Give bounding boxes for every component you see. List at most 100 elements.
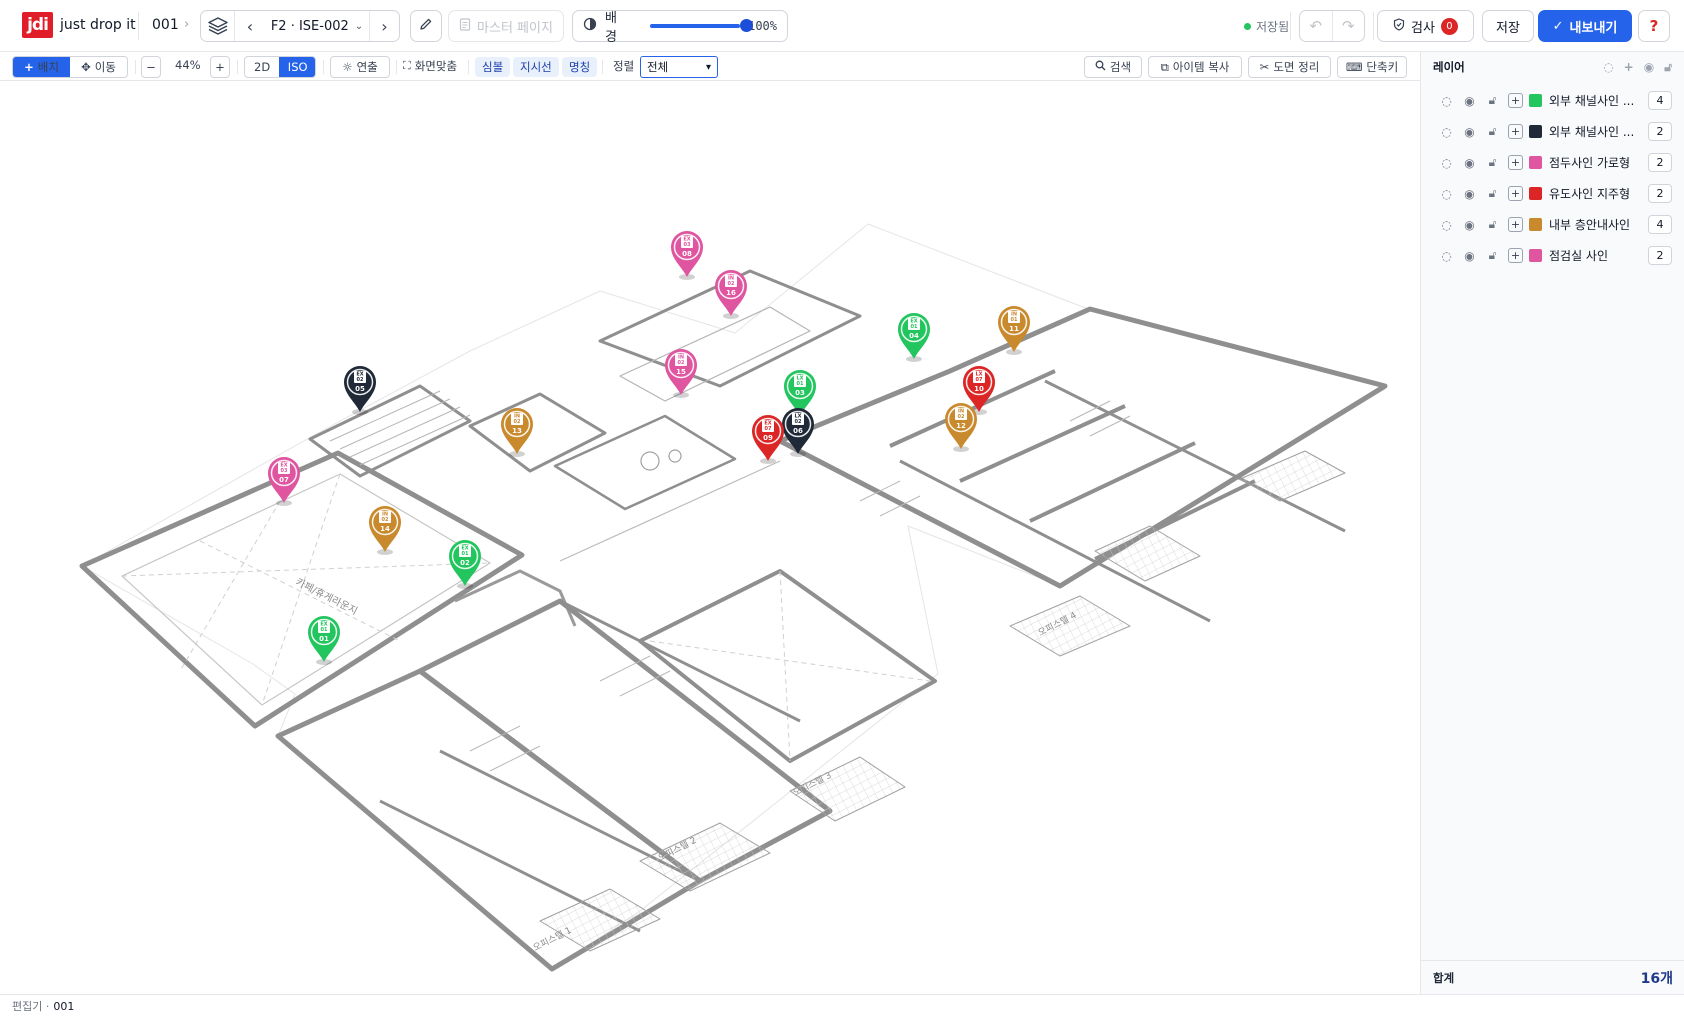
eye-icon[interactable]: ◉ xyxy=(1644,60,1654,75)
next-page-button[interactable]: › xyxy=(369,11,399,41)
layer-name: 내부 층안내사인 xyxy=(1549,218,1631,232)
inspect-button[interactable]: 검사 0 xyxy=(1377,10,1474,42)
layers-icon[interactable] xyxy=(201,11,235,41)
select-layer-icon[interactable]: ◌ xyxy=(1435,94,1458,108)
sign-marker[interactable]: EX0104 xyxy=(898,313,930,362)
sign-marker[interactable]: IN0212 xyxy=(945,403,977,452)
lock-icon[interactable]: 🔓︎ xyxy=(1664,60,1672,75)
name-toggle[interactable]: 명칭 xyxy=(562,57,598,77)
mode-toggle: + 배치 ✥ 이동 xyxy=(12,56,128,78)
view-2d-button[interactable]: 2D xyxy=(245,57,279,77)
fit-screen-button[interactable]: ⛶ 화면맞춤 xyxy=(403,58,457,74)
lock-icon[interactable]: 🔓︎ xyxy=(1481,217,1504,232)
add-item-button[interactable]: + xyxy=(1508,217,1523,232)
current-page-label: F2 · ISE-002 xyxy=(270,18,349,34)
eye-icon[interactable]: ◉ xyxy=(1458,218,1481,232)
sign-marker[interactable]: EX0205 xyxy=(344,366,376,415)
layer-row[interactable]: ◌ ◉ 🔓︎ + 내부 층안내사인 4 xyxy=(1421,209,1684,240)
undo-icon[interactable]: ↶ xyxy=(1300,11,1332,41)
divider xyxy=(1373,12,1374,40)
marker-sub: 07 xyxy=(765,426,772,432)
zoom-out-button[interactable]: − xyxy=(141,56,161,78)
lock-icon[interactable]: 🔓︎ xyxy=(1481,248,1504,263)
select-layer-icon[interactable]: ◌ xyxy=(1435,218,1458,232)
sign-marker[interactable]: EX0101 xyxy=(308,616,340,665)
marker-number: 04 xyxy=(909,332,919,340)
current-page-select[interactable]: F2 · ISE-002 ⌄ xyxy=(265,11,369,41)
chevron-right-icon: › xyxy=(184,17,190,32)
move-mode-button[interactable]: ✥ 이동 xyxy=(70,57,127,77)
add-layer-icon[interactable]: + xyxy=(1624,60,1634,75)
sign-marker[interactable]: IN0216 xyxy=(715,270,747,319)
select-layer-icon[interactable]: ◌ xyxy=(1435,125,1458,139)
select-layer-icon[interactable]: ◌ xyxy=(1435,249,1458,263)
layer-row[interactable]: ◌ ◉ 🔓︎ + 점검실 사인 2 xyxy=(1421,240,1684,271)
cleanup-button[interactable]: ✂ 도면 정리 xyxy=(1248,56,1331,78)
sign-marker[interactable]: IN0213 xyxy=(501,408,533,457)
eye-icon[interactable]: ◉ xyxy=(1458,125,1481,139)
lock-icon[interactable]: 🔓︎ xyxy=(1481,155,1504,170)
sign-marker[interactable]: EX0307 xyxy=(268,457,300,506)
add-item-button[interactable]: + xyxy=(1508,93,1523,108)
symbol-toggle[interactable]: 심볼 xyxy=(475,57,511,77)
layer-row[interactable]: ◌ ◉ 🔓︎ + 외부 채널사인 ... 2 xyxy=(1421,116,1684,147)
sort-select[interactable]: 전체 ▾ xyxy=(640,56,718,78)
edit-button[interactable] xyxy=(410,10,442,42)
master-page-button[interactable]: 마스터 페이지 xyxy=(448,10,564,42)
eye-icon[interactable]: ◉ xyxy=(1458,249,1481,263)
search-button[interactable]: 검색 xyxy=(1084,56,1142,78)
add-item-button[interactable]: + xyxy=(1508,124,1523,139)
lock-icon[interactable]: 🔓︎ xyxy=(1481,93,1504,108)
direction-toggle[interactable]: 지시선 xyxy=(513,57,559,77)
app-logo[interactable]: jdi xyxy=(22,12,53,38)
breadcrumb-project[interactable]: 001 xyxy=(152,17,179,33)
shortcut-label: 단축키 xyxy=(1366,60,1399,74)
select-all-icon[interactable]: ◌ xyxy=(1603,60,1613,75)
sign-marker[interactable]: EX0308 xyxy=(671,231,703,280)
label-lounge: 카페/휴게라운지 xyxy=(294,576,360,617)
shortcut-button[interactable]: ⌨ 단축키 xyxy=(1337,56,1407,78)
select-layer-icon[interactable]: ◌ xyxy=(1435,187,1458,201)
floor-plan[interactable]: 카페/휴게라운지 오피스텔 4 오피스텔 3 xyxy=(0,81,1420,994)
redo-icon[interactable]: ↷ xyxy=(1331,11,1365,41)
sign-marker[interactable]: EX0709 xyxy=(752,415,784,464)
marker-number: 12 xyxy=(956,422,966,430)
add-item-button[interactable]: + xyxy=(1508,186,1523,201)
background-opacity-slider[interactable] xyxy=(649,19,753,32)
lock-icon[interactable]: 🔓︎ xyxy=(1481,124,1504,139)
eye-icon[interactable]: ◉ xyxy=(1458,187,1481,201)
lock-icon[interactable]: 🔓︎ xyxy=(1481,186,1504,201)
background-label: 배경 xyxy=(605,11,617,45)
sign-marker[interactable]: IN0215 xyxy=(665,349,697,398)
move-icon: ✥ xyxy=(81,60,91,74)
add-item-button[interactable]: + xyxy=(1508,155,1523,170)
copy-item-button[interactable]: ⧉ 아이템 복사 xyxy=(1148,56,1242,78)
zoom-in-button[interactable]: + xyxy=(210,56,230,78)
sign-marker[interactable]: IN0214 xyxy=(369,506,401,555)
eye-icon[interactable]: ◉ xyxy=(1458,156,1481,170)
floor-plan-canvas[interactable]: 카페/휴게라운지 오피스텔 4 오피스텔 3 xyxy=(0,81,1420,994)
export-button[interactable]: ✓ 내보내기 xyxy=(1538,10,1632,42)
add-item-button[interactable]: + xyxy=(1508,248,1523,263)
layer-count: 2 xyxy=(1648,184,1672,203)
layer-row[interactable]: ◌ ◉ 🔓︎ + 외부 채널사인 ... 4 xyxy=(1421,85,1684,116)
marker-sub: 01 xyxy=(321,627,328,633)
marker-sub: 03 xyxy=(684,242,691,248)
place-mode-button[interactable]: + 배치 xyxy=(13,57,70,77)
layer-row[interactable]: ◌ ◉ 🔓︎ + 점두사인 가로형 2 xyxy=(1421,147,1684,178)
marker-sub: 02 xyxy=(958,414,965,420)
layer-row[interactable]: ◌ ◉ 🔓︎ + 유도사인 지주형 2 xyxy=(1421,178,1684,209)
sign-marker[interactable]: LX0206 xyxy=(782,408,814,457)
view-iso-button[interactable]: ISO xyxy=(279,57,315,77)
eye-icon[interactable]: ◉ xyxy=(1458,94,1481,108)
prev-page-button[interactable]: ‹ xyxy=(235,11,265,41)
help-button[interactable]: ? xyxy=(1638,10,1670,42)
chevron-down-icon: ▾ xyxy=(705,61,711,73)
select-layer-icon[interactable]: ◌ xyxy=(1435,156,1458,170)
effect-button[interactable]: ☼ 연출 xyxy=(330,56,390,78)
slider-knob[interactable] xyxy=(739,19,753,32)
layer-count: 2 xyxy=(1648,122,1672,141)
effect-label: 연출 xyxy=(356,60,378,74)
keyboard-icon: ⌨ xyxy=(1345,60,1363,74)
save-button[interactable]: 저장 xyxy=(1482,10,1534,42)
